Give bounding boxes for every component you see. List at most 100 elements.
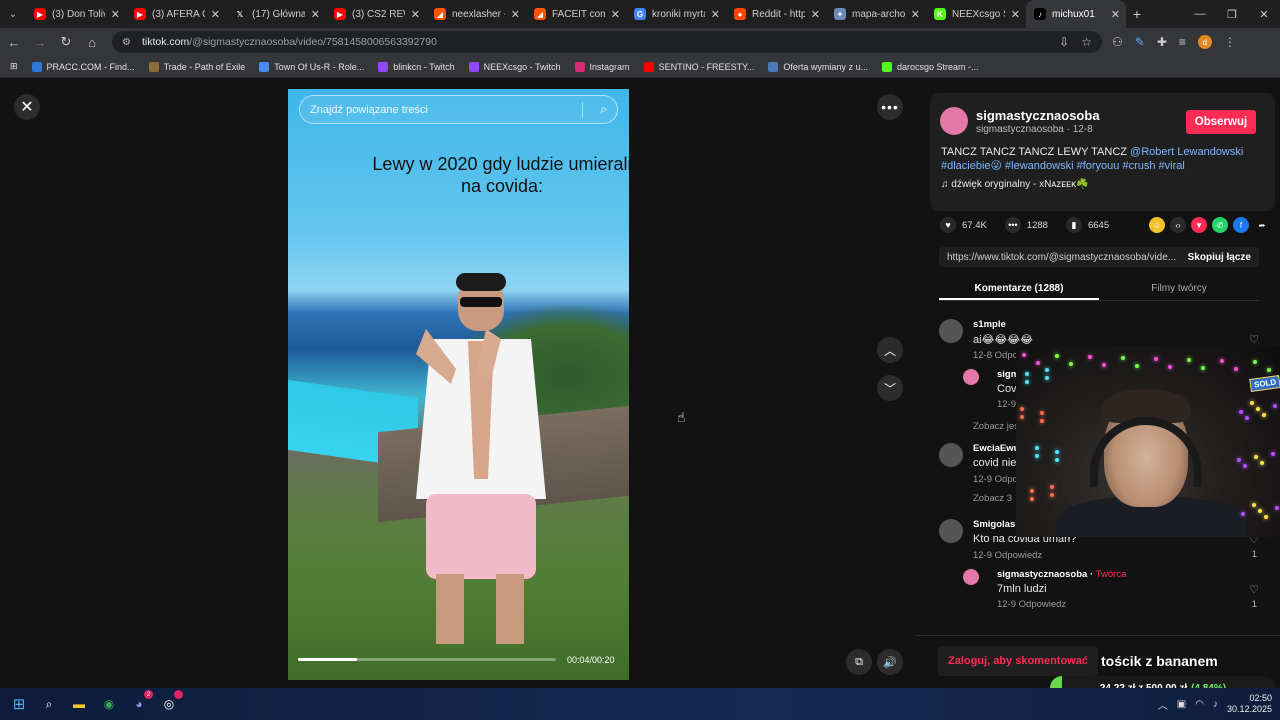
embed-icon[interactable]: ‹›	[1170, 217, 1186, 233]
copy-link-button[interactable]: Skopiuj łącze	[1180, 252, 1259, 263]
comment-button[interactable]: ••• 1288	[1004, 217, 1048, 233]
search-icon[interactable]: ⌕	[600, 102, 607, 117]
commenter-avatar[interactable]	[963, 369, 979, 385]
tab-close-icon[interactable]: ✕	[611, 8, 620, 21]
comment-meta[interactable]: 12-9 Odpowiedz	[997, 599, 1066, 610]
next-video-button[interactable]: ﹀	[877, 375, 903, 401]
close-video-button[interactable]: ✕	[14, 94, 40, 120]
browser-tab[interactable]: ♪ michux01 ✕	[1026, 0, 1126, 28]
browser-tab[interactable]: ◢ FACEIT compet ✕	[526, 0, 626, 28]
bookmark-item[interactable]: SENTINO - FREESTY...	[643, 61, 754, 72]
comment-meta[interactable]: 12-9	[997, 399, 1016, 410]
commenter-avatar[interactable]	[939, 519, 963, 543]
tab-search-icon[interactable]: ⌄	[0, 0, 26, 28]
related-search-input[interactable]: Znajdź powiązane treści ⌕	[299, 95, 618, 124]
browser-tab[interactable]: ▶ (3) Don Toliver ✕	[26, 0, 126, 28]
save-button[interactable]: ▮ 6645	[1065, 217, 1109, 233]
bookmark-item[interactable]: Oferta wymiany z u...	[768, 61, 868, 72]
browser-tab[interactable]: ◢ neexlasher - FA ✕	[426, 0, 526, 28]
bookmark-item[interactable]: NEEXcsgo - Twitch	[468, 61, 561, 72]
tab-creator-videos[interactable]: Filmy twórcy	[1099, 279, 1259, 300]
bookmark-star-icon[interactable]: ☆	[1081, 35, 1092, 49]
volume-icon[interactable]: ♪	[1213, 699, 1218, 710]
obs-icon[interactable]: ◎	[158, 690, 183, 715]
comment-like-icon[interactable]: ♡	[1249, 333, 1259, 346]
browser-tab[interactable]: ▶ (3) AFERA O DI ✕	[126, 0, 226, 28]
bookmark-item[interactable]: darocsgo Stream -...	[881, 61, 979, 72]
comment-meta[interactable]: 12-9 Odpowiedz	[973, 550, 1042, 561]
maximize-icon[interactable]: ❐	[1216, 8, 1248, 21]
repost-icon[interactable]: ☺	[1149, 217, 1165, 233]
commenter-name[interactable]: EwciaEwu	[973, 443, 1019, 454]
install-app-icon[interactable]: ⇩	[1059, 35, 1069, 49]
commenter-avatar[interactable]	[939, 319, 963, 343]
apps-icon[interactable]: ⊞	[10, 61, 18, 72]
bookmark-item[interactable]: PRACC.COM - Find...	[31, 61, 135, 72]
tab-close-icon[interactable]: ✕	[811, 8, 820, 21]
bookmark-item[interactable]: Instagram	[574, 61, 630, 72]
tab-close-icon[interactable]: ✕	[711, 8, 720, 21]
minimize-icon[interactable]: —	[1184, 8, 1216, 21]
share-url[interactable]: https://www.tiktok.com/@sigmastycznaosob…	[939, 252, 1180, 263]
volume-button[interactable]: 🔊	[877, 649, 903, 675]
browser-tab[interactable]: ✦ mapa-archolos ✕	[826, 0, 926, 28]
browser-tab[interactable]: Gkroniki myrtany ✕	[626, 0, 726, 28]
view-replies-link[interactable]: Zobacz 3	[973, 493, 1012, 504]
commenter-name[interactable]: s1mple	[973, 319, 1006, 330]
extension-icon[interactable]: ⚇	[1112, 35, 1123, 49]
like-button[interactable]: ♥ 67.4K	[940, 217, 987, 233]
browser-tab[interactable]: ● Reddit - https: ✕	[726, 0, 826, 28]
tab-close-icon[interactable]: ✕	[1111, 8, 1120, 21]
tab-close-icon[interactable]: ✕	[311, 8, 320, 21]
commenter-avatar[interactable]	[963, 569, 979, 585]
site-info-icon[interactable]: ⚙	[122, 37, 134, 48]
facebook-icon[interactable]: f	[1233, 217, 1249, 233]
discord-icon[interactable]: ◕ 2	[128, 690, 153, 715]
puzzle-icon[interactable]: ✚	[1157, 35, 1167, 49]
menu-icon[interactable]: ⋮	[1224, 35, 1236, 49]
profile-avatar-icon[interactable]: d	[1197, 35, 1212, 49]
tray-app-icon[interactable]: ▣	[1177, 699, 1186, 710]
commenter-avatar[interactable]	[939, 443, 963, 467]
browser-tab[interactable]: ▶ (3) CS2 REWIN ✕	[326, 0, 426, 28]
comment-like-icon[interactable]: ♡	[1249, 583, 1259, 596]
wifi-icon[interactable]: ◠	[1195, 699, 1204, 710]
video-progress-bar[interactable]	[298, 658, 556, 661]
bookmark-item[interactable]: blinkcn - Twitch	[378, 61, 455, 72]
share-arrow-icon[interactable]: ➦	[1254, 217, 1270, 233]
reload-icon[interactable]: ↻	[54, 34, 78, 50]
search-icon[interactable]: ⌕	[38, 693, 60, 715]
tab-comments[interactable]: Komentarze (1288)	[939, 279, 1099, 300]
new-tab-button[interactable]: +	[1126, 6, 1148, 22]
tab-close-icon[interactable]: ✕	[411, 8, 420, 21]
tab-close-icon[interactable]: ✕	[1011, 8, 1020, 21]
tab-close-icon[interactable]: ✕	[211, 8, 220, 21]
commenter-name[interactable]: sigmastycznaosoba · Twórca	[997, 569, 1126, 580]
tab-close-icon[interactable]: ✕	[111, 8, 120, 21]
back-icon[interactable]: ←	[2, 35, 26, 50]
close-window-icon[interactable]: ✕	[1248, 8, 1280, 21]
picture-in-picture-button[interactable]: ⧉	[846, 649, 872, 675]
clock[interactable]: 02:50 30.12.2025	[1227, 693, 1272, 715]
browser-tab[interactable]: 𝕏 (17) Główna / X ✕	[226, 0, 326, 28]
sound-link[interactable]: ♫ dźwięk oryginalny - xNᴀᴢᴇᴇᴋ☘️	[941, 179, 1089, 190]
browser-tab[interactable]: K NEEXcsgo Strea ✕	[926, 0, 1026, 28]
tab-close-icon[interactable]: ✕	[511, 8, 520, 21]
share-red-icon[interactable]: ▼	[1191, 217, 1207, 233]
url-input[interactable]: ⚙ tiktok.com/@sigmastycznaosoba/video/75…	[112, 31, 1102, 53]
file-explorer-icon[interactable]: ▬	[68, 693, 90, 715]
more-options-button[interactable]: •••	[877, 94, 903, 120]
home-icon[interactable]: ⌂	[80, 35, 104, 50]
bookmark-item[interactable]: Town Of Us-R - Role...	[259, 61, 364, 72]
whatsapp-icon[interactable]: ✆	[1212, 217, 1228, 233]
video-player[interactable]: Znajdź powiązane treści ⌕ Lewy w 2020 gd…	[288, 89, 629, 680]
reading-list-icon[interactable]: ≡	[1179, 35, 1186, 49]
author-avatar[interactable]	[940, 107, 968, 135]
author-name[interactable]: sigmastycznaosoba	[976, 108, 1100, 123]
bookmark-item[interactable]: Trade - Path of Exile	[148, 61, 245, 72]
follow-button[interactable]: Obserwuj	[1186, 110, 1256, 134]
commenter-name[interactable]: Smigolas	[973, 519, 1015, 530]
previous-video-button[interactable]: ︿	[877, 337, 903, 363]
forward-icon[interactable]: →	[28, 35, 52, 50]
tray-chevron-icon[interactable]: ︿	[1158, 697, 1168, 712]
